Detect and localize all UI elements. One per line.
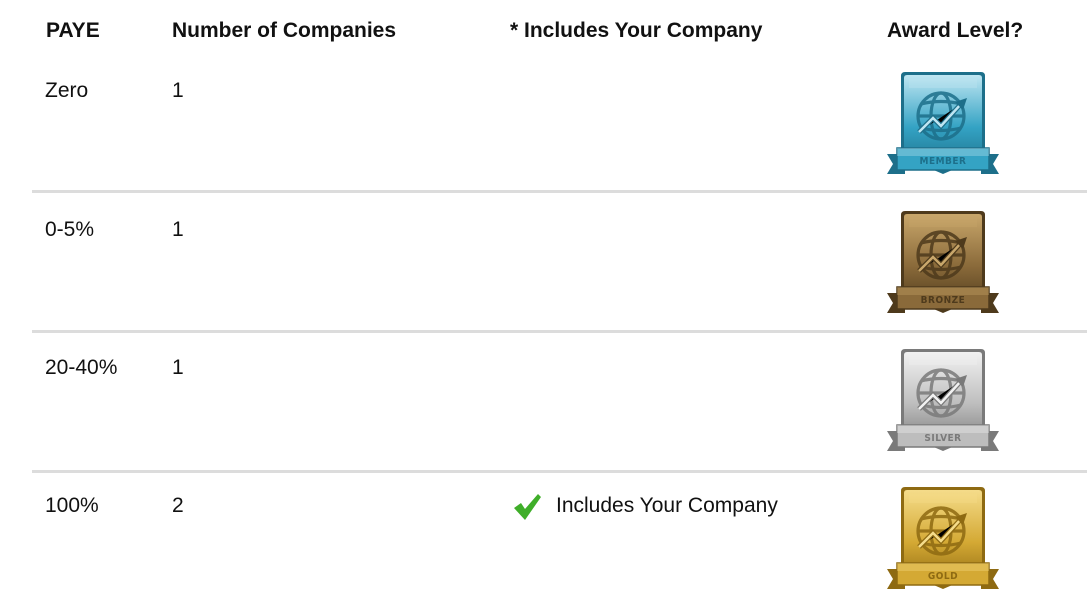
silver-badge-icon: SILVER bbox=[887, 349, 999, 451]
header-includes-your-company: * Includes Your Company bbox=[510, 19, 763, 42]
paye-cell: 0-5% bbox=[45, 218, 95, 241]
bronze-badge-icon: BRONZE bbox=[887, 211, 999, 313]
globe-chart-icon bbox=[916, 91, 966, 141]
count-cell: 1 bbox=[172, 356, 184, 379]
table-row: 0-5% 1 BRONZE bbox=[0, 193, 1087, 330]
badge-label: MEMBER bbox=[920, 156, 967, 167]
badge-label: GOLD bbox=[928, 571, 958, 582]
globe-chart-icon bbox=[916, 230, 966, 280]
badge-label: SILVER bbox=[924, 433, 961, 444]
header-number-of-companies: Number of Companies bbox=[172, 19, 397, 42]
count-cell: 2 bbox=[172, 494, 184, 517]
member-badge-icon: MEMBER bbox=[887, 72, 999, 174]
table-row: 20-40% 1 SILVER bbox=[0, 333, 1087, 470]
header-paye: PAYE bbox=[46, 19, 100, 42]
globe-chart-icon bbox=[916, 506, 966, 556]
count-cell: 1 bbox=[172, 79, 184, 102]
includes-your-company-text: Includes Your Company bbox=[556, 494, 778, 517]
globe-chart-icon bbox=[916, 368, 966, 418]
table-header: PAYE Number of Companies * Includes Your… bbox=[0, 0, 1087, 52]
table-row: Zero 1 MEMBER bbox=[0, 52, 1087, 190]
table-row: 100% 2 Includes Your Company GOLD bbox=[0, 473, 1087, 609]
count-cell: 1 bbox=[172, 218, 184, 241]
award-table: PAYE Number of Companies * Includes Your… bbox=[0, 0, 1087, 609]
header-award-level: Award Level? bbox=[887, 19, 1024, 42]
paye-cell: 100% bbox=[45, 494, 99, 517]
paye-cell: 20-40% bbox=[45, 356, 118, 379]
paye-cell: Zero bbox=[45, 79, 89, 102]
badge-label: BRONZE bbox=[921, 295, 966, 306]
gold-badge-icon: GOLD bbox=[887, 487, 999, 589]
checkmark-icon bbox=[514, 494, 541, 520]
